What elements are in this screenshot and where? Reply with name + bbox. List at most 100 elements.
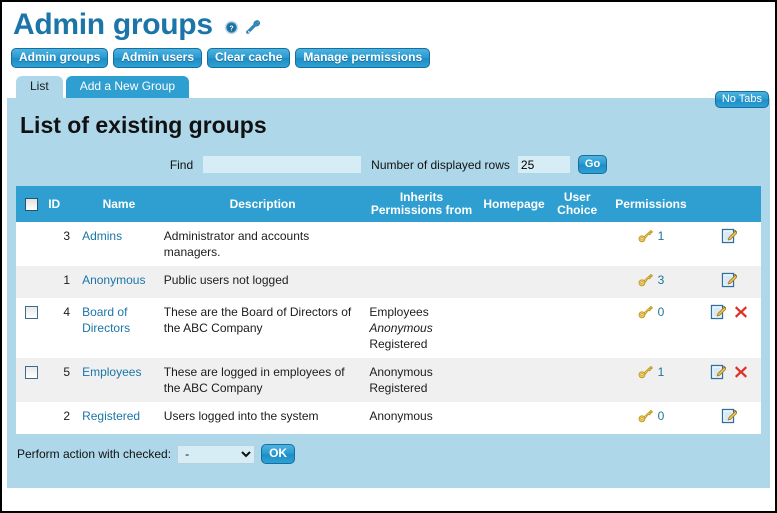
header-description[interactable]: Description: [160, 186, 366, 222]
header-permissions[interactable]: Permissions: [604, 186, 698, 222]
header-actions: [698, 186, 761, 222]
toolbar-button-clear-cache[interactable]: Clear cache: [207, 48, 290, 68]
cell-inherits: EmployeesAnonymousRegistered: [365, 298, 477, 358]
select-all-checkbox[interactable]: [25, 198, 38, 211]
cell-description: These are the Board of Directors of the …: [160, 298, 366, 358]
row-select-cell[interactable]: [16, 298, 46, 358]
cell-homepage: [478, 298, 551, 358]
key-icon[interactable]: [638, 305, 654, 319]
row-checkbox[interactable]: [25, 366, 38, 379]
edit-icon[interactable]: [721, 408, 737, 424]
cell-actions: [698, 402, 761, 434]
cell-actions: [698, 298, 761, 358]
group-name-link[interactable]: Anonymous: [82, 273, 145, 287]
go-button[interactable]: Go: [578, 155, 607, 174]
edit-icon[interactable]: [710, 364, 726, 380]
group-name-link[interactable]: Admins: [82, 229, 122, 243]
header-user-choice[interactable]: User Choice: [550, 186, 604, 222]
toolbar-button-admin-users[interactable]: Admin users: [113, 48, 202, 68]
cell-name: Employees: [78, 358, 160, 402]
cell-description: Public users not logged: [160, 266, 366, 298]
row-select-cell: [16, 222, 46, 266]
group-name-link[interactable]: Board of Directors: [82, 305, 130, 335]
bulk-action-bar: Perform action with checked: - OK: [7, 434, 770, 474]
help-circle-icon[interactable]: ?: [224, 20, 239, 35]
rows-per-page-input[interactable]: [518, 156, 570, 173]
admin-groups-page: Admin groups ? Admin groups Admin users: [0, 0, 777, 513]
edit-icon[interactable]: [721, 272, 737, 288]
cell-inherits: [365, 266, 477, 298]
permissions-group: 1: [638, 228, 665, 244]
cell-name: Board of Directors: [78, 298, 160, 358]
header-inherits-permissions-from[interactable]: Inherits Permissions from: [365, 186, 477, 222]
cell-actions: [698, 358, 761, 402]
cell-id: 4: [46, 298, 78, 358]
permissions-count: 1: [658, 364, 665, 380]
cell-permissions: 0: [604, 402, 698, 434]
cell-name: Anonymous: [78, 266, 160, 298]
table-row: 3 Admins Administrator and accounts manage…: [16, 222, 761, 266]
inherited-group: Anonymous: [369, 320, 473, 336]
key-icon[interactable]: [638, 409, 654, 423]
edit-icon[interactable]: [721, 228, 737, 244]
permissions-group: 0: [638, 304, 665, 320]
permissions-group: 0: [638, 408, 665, 424]
no-tabs-button[interactable]: No Tabs: [715, 91, 769, 108]
toolbar-button-admin-groups[interactable]: Admin groups: [11, 48, 108, 68]
cell-id: 3: [46, 222, 78, 266]
cell-inherits: Anonymous: [365, 402, 477, 434]
cell-user-choice: [550, 358, 604, 402]
table-row: 5 Employees These are logged in employees …: [16, 358, 761, 402]
table-row: 2RegisteredUsers logged into the systemA…: [16, 402, 761, 434]
cell-id: 1: [46, 266, 78, 298]
action-group: [721, 408, 737, 424]
ok-button[interactable]: OK: [261, 444, 295, 464]
key-icon[interactable]: [638, 273, 654, 287]
key-icon[interactable]: [638, 365, 654, 379]
cell-actions: [698, 222, 761, 266]
header-select-all[interactable]: [16, 186, 46, 222]
key-icon[interactable]: [638, 229, 654, 243]
cell-id: 5: [46, 358, 78, 402]
action-group: [721, 228, 737, 244]
wrench-icon[interactable]: [246, 20, 263, 35]
group-name-link[interactable]: Employees: [82, 365, 141, 379]
tab-add-a-new-group[interactable]: Add a New Group: [66, 76, 189, 98]
search-input[interactable]: [203, 156, 361, 173]
cell-permissions: 1: [604, 222, 698, 266]
cell-description: Administrator and accounts managers.: [160, 222, 366, 266]
group-name-link[interactable]: Registered: [82, 409, 140, 423]
cell-description: These are logged in employees of the ABC…: [160, 358, 366, 402]
row-checkbox[interactable]: [25, 306, 38, 319]
cell-homepage: [478, 266, 551, 298]
cell-user-choice: [550, 266, 604, 298]
inherited-group: Registered: [369, 336, 473, 352]
delete-icon[interactable]: [734, 365, 748, 379]
header-name[interactable]: Name: [78, 186, 160, 222]
bulk-action-select[interactable]: -: [177, 445, 255, 464]
edit-icon[interactable]: [710, 304, 726, 320]
table-head: ID Name Description Inherits Permissions…: [16, 186, 761, 222]
permissions-count: 3: [658, 272, 665, 288]
delete-icon[interactable]: [734, 305, 748, 319]
inherited-group: Anonymous: [369, 364, 473, 380]
cell-inherits: [365, 222, 477, 266]
table-body: 3 Admins Administrator and accounts manage…: [16, 222, 761, 434]
row-select-cell[interactable]: [16, 358, 46, 402]
toolbar-button-manage-permissions[interactable]: Manage permissions: [295, 48, 430, 68]
permissions-group: 3: [638, 272, 665, 288]
permissions-group: 1: [638, 364, 665, 380]
cell-name: Registered: [78, 402, 160, 434]
bulk-action-label: Perform action with checked:: [17, 447, 171, 461]
page-title: Admin groups: [13, 10, 213, 40]
cell-permissions: 0: [604, 298, 698, 358]
find-label: Find: [170, 158, 193, 172]
header-id[interactable]: ID: [46, 186, 78, 222]
header-homepage[interactable]: Homepage: [478, 186, 551, 222]
content-panel: List of existing groups Find Number of d…: [7, 98, 770, 488]
toolbar: Admin groups Admin users Clear cache Man…: [2, 42, 775, 72]
cell-name: Admins: [78, 222, 160, 266]
rows-label: Number of displayed rows: [371, 158, 510, 172]
table-row: 1 Anonymous Public users not logged 3: [16, 266, 761, 298]
tab-list[interactable]: List: [16, 76, 63, 98]
